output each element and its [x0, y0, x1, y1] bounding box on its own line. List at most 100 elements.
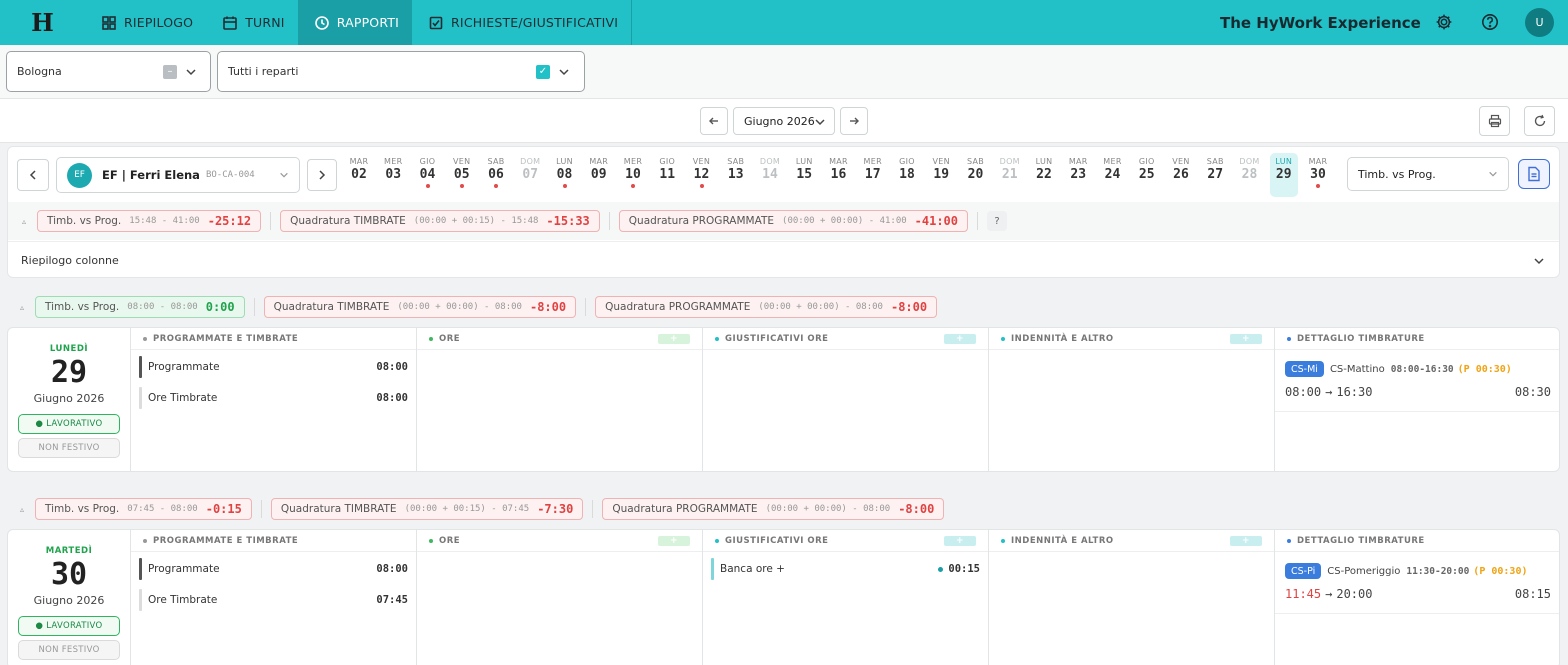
day-weekday: SAB: [966, 157, 985, 166]
column-dettaglio-timbrature: DETTAGLIO TIMBRATURE CS-Mi CS-Mattino 08…: [1275, 328, 1559, 471]
day-30-card: MARTEDÌ 30 Giugno 2026 ● LAVORATIVO NON …: [7, 529, 1560, 665]
add-indennita-button[interactable]: +: [1230, 536, 1262, 546]
summary-timb-vs-prog: Timb. vs Prog. 15:48 - 41:00 -25:12: [37, 210, 262, 232]
day-weekday: VEN: [692, 157, 711, 166]
add-ore-button[interactable]: +: [658, 536, 690, 546]
collapse-triangle-icon[interactable]: ▵: [22, 217, 26, 226]
calendar-day-25[interactable]: GIO 25: [1133, 153, 1161, 197]
calendar-day-05[interactable]: VEN 05: [448, 153, 476, 197]
summary-quadratura-timbrate: Quadratura TIMBRATE (00:00 + 00:15) - 15…: [280, 210, 600, 232]
calendar-day-07[interactable]: DOM 07: [516, 153, 544, 197]
divider: [977, 212, 979, 230]
calendar-day-03[interactable]: MER 03: [379, 153, 407, 197]
calendar-day-26[interactable]: VEN 26: [1167, 153, 1195, 197]
day-number: 22: [1036, 167, 1052, 182]
tab-turni[interactable]: TURNI: [206, 0, 298, 45]
calendar-day-09[interactable]: MAR 09: [585, 153, 613, 197]
user-avatar[interactable]: U: [1525, 8, 1554, 37]
day-weekday: GIO: [899, 157, 915, 166]
day-weekday: MAR: [1068, 157, 1088, 166]
calendar-day-20[interactable]: SAB 20: [962, 153, 990, 197]
calendar-day-17[interactable]: MER 17: [859, 153, 887, 197]
add-indennita-button[interactable]: +: [1230, 334, 1262, 344]
calendar-day-21[interactable]: DOM 21: [996, 153, 1024, 197]
calendar-day-18[interactable]: GIO 18: [893, 153, 921, 197]
column-ore: ORE +: [417, 530, 703, 665]
employee-select[interactable]: EF EF | Ferri Elena BO-CA-004: [56, 157, 300, 193]
help-button[interactable]: ?: [987, 211, 1008, 231]
calendar-day-11[interactable]: GIO 11: [653, 153, 681, 197]
day-weekday: VEN: [1172, 157, 1190, 166]
calendar-day-08[interactable]: LUN 08: [551, 153, 579, 197]
pill-formula: (00:00 + 00:00) - 08:00: [765, 504, 891, 514]
month-select[interactable]: Giugno 2026: [733, 107, 835, 135]
partial-check-icon[interactable]: –: [163, 65, 177, 79]
row-label: Ore Timbrate: [148, 594, 218, 606]
calendar-day-19[interactable]: VEN 19: [927, 153, 955, 197]
report-document-button[interactable]: [1518, 159, 1550, 189]
calendar-day-27[interactable]: SAB 27: [1201, 153, 1229, 197]
calendar-day-06[interactable]: SAB 06: [482, 153, 510, 197]
pill-value: 0:00: [205, 300, 235, 314]
stamp-line: 11:45 → 20:00 08:15: [1285, 587, 1551, 601]
add-giustificativo-button[interactable]: +: [944, 334, 976, 344]
calendar-day-22[interactable]: LUN 22: [1030, 153, 1058, 197]
next-employee-button[interactable]: [307, 159, 337, 191]
calendar-day-04[interactable]: GIO 04: [414, 153, 442, 197]
location-select[interactable]: Bologna –: [6, 51, 211, 92]
row-value: 00:15: [948, 563, 980, 575]
employee-avatar: EF: [67, 162, 92, 188]
calendar-day-15[interactable]: LUN 15: [790, 153, 818, 197]
app-logo[interactable]: H: [0, 0, 85, 45]
calendar-day-14[interactable]: DOM 14: [756, 153, 784, 197]
day-number: 03: [385, 167, 402, 182]
day-number: 30: [50, 557, 88, 592]
tab-rapporti[interactable]: RAPPORTI: [297, 0, 413, 45]
help-icon[interactable]: [1480, 12, 1500, 32]
row-value: 07:45: [376, 594, 408, 606]
departments-select[interactable]: Tutti i reparti ✓: [217, 51, 585, 92]
comparison-mode-select[interactable]: Timb. vs Prog.: [1347, 157, 1509, 191]
calendar-day-10[interactable]: MER 10: [619, 153, 647, 197]
day-number: 27: [1207, 167, 1224, 182]
divider: [592, 500, 594, 518]
prev-month-button[interactable]: [700, 107, 728, 135]
shift-badge[interactable]: CS-Pi: [1285, 563, 1322, 579]
tab-richieste-giustificativi[interactable]: RICHIESTE/GIUSTIFICATIVI: [412, 0, 631, 45]
weekday-label: LUNEDÌ: [49, 344, 89, 354]
calendar-day-12[interactable]: VEN 12: [688, 153, 716, 197]
shift-badge[interactable]: CS-Mi: [1285, 361, 1324, 377]
pill-label: Quadratura PROGRAMMATE: [605, 301, 751, 313]
row-label: Programmate: [148, 361, 220, 373]
check-icon[interactable]: ✓: [536, 65, 550, 79]
prev-employee-button[interactable]: [17, 159, 49, 191]
gear-icon[interactable]: [1434, 12, 1454, 32]
add-giustificativo-button[interactable]: +: [944, 536, 976, 546]
calendar-day-30[interactable]: MAR 30: [1304, 153, 1332, 197]
calendar-day-23[interactable]: MAR 23: [1064, 153, 1092, 197]
collapse-triangle-icon[interactable]: ▵: [20, 303, 24, 312]
tab-riepilogo[interactable]: RIEPILOGO: [85, 0, 206, 45]
next-month-button[interactable]: [840, 107, 868, 135]
calendar-day-16[interactable]: MAR 16: [825, 153, 853, 197]
collapse-triangle-icon[interactable]: ▵: [20, 505, 24, 514]
column-indennita: INDENNITÀ E ALTRO +: [989, 328, 1275, 471]
print-button[interactable]: [1479, 106, 1510, 136]
total-summary-row: ▵ Timb. vs Prog. 15:48 - 41:00 -25:12 Qu…: [8, 202, 1559, 240]
day-number: 06: [488, 167, 504, 182]
refresh-button[interactable]: [1524, 106, 1555, 136]
giustificativo-row[interactable]: Banca ore + 00:15: [711, 558, 980, 580]
divider: [253, 298, 255, 316]
refresh-icon: [1534, 114, 1545, 127]
chevron-down-icon: [1489, 171, 1497, 177]
riepilogo-colonne-toggle[interactable]: Riepilogo colonne: [8, 241, 1559, 279]
calendar-day-29[interactable]: LUN 29: [1269, 153, 1298, 197]
pill-value: -8:00: [898, 502, 935, 516]
column-programmate-timbrate: PROGRAMMATE E TIMBRATE Programmate 08:00…: [131, 530, 417, 665]
add-ore-button[interactable]: +: [658, 334, 690, 344]
calendar-day-24[interactable]: MER 24: [1099, 153, 1127, 197]
calendar-day-02[interactable]: MAR 02: [345, 153, 373, 197]
calendar-day-28[interactable]: DOM 28: [1236, 153, 1264, 197]
calendar-day-13[interactable]: SAB 13: [722, 153, 750, 197]
pill-value: -41:00: [914, 214, 959, 228]
